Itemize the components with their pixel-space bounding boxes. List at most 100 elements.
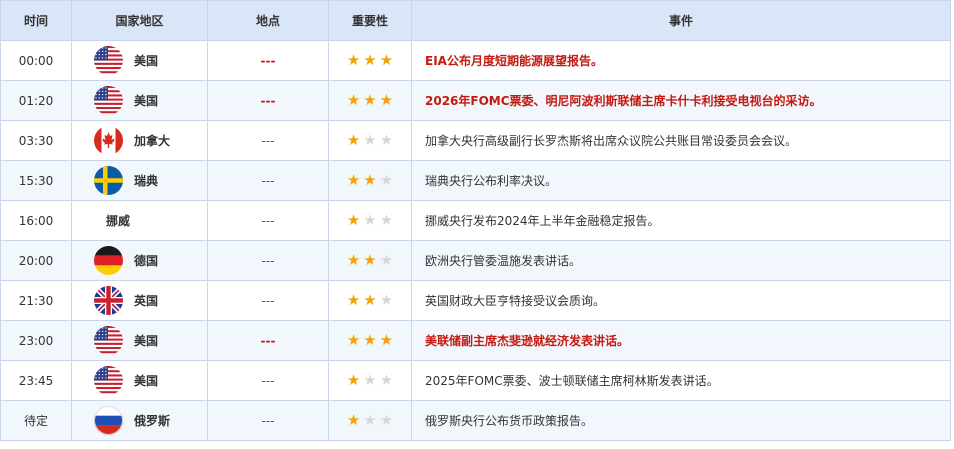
event-cell: 俄罗斯央行公布货币政策报告。: [411, 400, 951, 441]
event-cell: 瑞典央行公布利率决议。: [411, 160, 951, 201]
sweden-flag-icon: [94, 166, 123, 195]
location-text: ---: [261, 133, 275, 148]
event-text: 欧洲央行管委温施发表讲话。: [425, 254, 582, 268]
importance-stars: ★ ★ ★: [347, 93, 393, 108]
star-empty-icon: ★: [379, 411, 394, 429]
time-cell: 00:00: [0, 40, 72, 81]
event-text: 2026年FOMC票委、明尼阿波利斯联储主席卡什卡利接受电视台的采访。: [425, 94, 822, 108]
country-name: 挪威: [106, 214, 131, 228]
country-cell: 俄罗斯: [71, 400, 208, 441]
star-filled-icon: ★: [346, 171, 361, 189]
country-cell: 美国: [71, 80, 208, 121]
time-cell: 15:30: [0, 160, 72, 201]
importance-cell: ★ ★ ★: [328, 400, 412, 441]
event-cell: 挪威央行发布2024年上半年金融稳定报告。: [411, 200, 951, 241]
star-empty-icon: ★: [363, 411, 377, 429]
importance-stars: ★ ★ ★: [347, 253, 393, 268]
importance-cell: ★ ★ ★: [328, 320, 412, 361]
us-flag-icon: [94, 366, 123, 395]
star-filled-icon: ★: [346, 331, 361, 349]
table-row: 01:20 美国 --- ★ ★ ★ 2026年FOMC票委、明尼阿波利斯联储主席卡什卡利接…: [0, 80, 951, 121]
country-name: 美国: [134, 54, 159, 68]
event-cell: 加拿大央行高级副行长罗杰斯将出席众议院公共账目常设委员会会议。: [411, 120, 951, 161]
importance-cell: ★ ★ ★: [328, 280, 412, 321]
time-cell: 待定: [0, 400, 72, 441]
canada-flag-icon: [94, 126, 123, 155]
table-row: 15:30 瑞典 --- ★ ★ ★ 瑞典央行公布利率决议。: [0, 160, 951, 201]
time-cell: 20:00: [0, 240, 72, 281]
country-name: 美国: [134, 374, 159, 388]
event-text: 英国财政大臣亨特接受议会质询。: [425, 294, 606, 308]
time-cell: 01:20: [0, 80, 72, 121]
time-text: 21:30: [18, 293, 54, 308]
table-row: 21:30 英国 --- ★ ★ ★ 英国财政大臣亨特接受议会质询。: [0, 280, 951, 321]
star-filled-icon: ★: [346, 211, 361, 229]
country-name: 瑞典: [134, 174, 159, 188]
location-cell: ---: [207, 40, 329, 81]
time-text: 03:30: [18, 133, 54, 148]
time-cell: 03:30: [0, 120, 72, 161]
star-empty-icon: ★: [363, 211, 377, 229]
importance-stars: ★ ★ ★: [347, 173, 393, 188]
location-cell: ---: [207, 280, 329, 321]
table-header-row: 时间 国家地区 地点 重要性 事件: [0, 0, 951, 41]
table-row: 16:00 挪威 --- ★ ★ ★ 挪威央行发布2024年上半年金融稳定报告。: [0, 200, 951, 241]
importance-stars: ★ ★ ★: [347, 333, 393, 348]
table-row: 23:45 美国 --- ★ ★ ★ 2025年FOMC票委、波士顿联储主席柯林斯发表讲话。: [0, 360, 951, 401]
country-cell: 德国: [71, 240, 208, 281]
importance-cell: ★ ★ ★: [328, 360, 412, 401]
importance-cell: ★ ★ ★: [328, 120, 412, 161]
importance-cell: ★ ★ ★: [328, 160, 412, 201]
event-text: 2025年FOMC票委、波士顿联储主席柯林斯发表讲话。: [425, 374, 719, 388]
star-empty-icon: ★: [379, 211, 394, 229]
star-filled-icon: ★: [346, 91, 361, 109]
event-text: 俄罗斯央行公布货币政策报告。: [425, 414, 594, 428]
header-location: 地点: [207, 0, 329, 41]
table-row: 03:30 加拿大 --- ★ ★ ★ 加拿大央行高级副行长罗杰斯将出席众议院公共账目常设委…: [0, 120, 951, 161]
location-text: ---: [260, 93, 276, 108]
event-text: 瑞典央行公布利率决议。: [425, 174, 558, 188]
country-cell: 加拿大: [71, 120, 208, 161]
country-name: 俄罗斯: [134, 414, 171, 428]
star-filled-icon: ★: [346, 131, 361, 149]
country-name: 加拿大: [134, 134, 171, 148]
location-text: ---: [261, 253, 275, 268]
star-filled-icon: ★: [363, 331, 377, 349]
country-name: 德国: [134, 254, 159, 268]
location-cell: ---: [207, 160, 329, 201]
importance-cell: ★ ★ ★: [328, 80, 412, 121]
importance-stars: ★ ★ ★: [347, 133, 393, 148]
table-row: 23:00 美国 --- ★ ★ ★ 美联储副主席杰斐逊就经济发表讲话。: [0, 320, 951, 361]
location-cell: ---: [207, 120, 329, 161]
importance-stars: ★ ★ ★: [347, 293, 393, 308]
star-empty-icon: ★: [379, 131, 394, 149]
location-text: ---: [261, 373, 275, 388]
star-filled-icon: ★: [363, 91, 377, 109]
importance-stars: ★ ★ ★: [347, 413, 393, 428]
time-text: 16:00: [18, 213, 54, 228]
location-text: ---: [261, 173, 275, 188]
us-flag-icon: [94, 326, 123, 355]
importance-cell: ★ ★ ★: [328, 200, 412, 241]
star-filled-icon: ★: [346, 51, 361, 69]
star-empty-icon: ★: [379, 371, 394, 389]
event-cell: 欧洲央行管委温施发表讲话。: [411, 240, 951, 281]
event-text: EIA公布月度短期能源展望报告。: [425, 54, 603, 68]
importance-stars: ★ ★ ★: [347, 213, 393, 228]
country-cell: 瑞典: [71, 160, 208, 201]
country-cell: 美国: [71, 40, 208, 81]
event-text: 加拿大央行高级副行长罗杰斯将出席众议院公共账目常设委员会会议。: [425, 134, 798, 148]
time-cell: 23:45: [0, 360, 72, 401]
time-cell: 16:00: [0, 200, 72, 241]
header-country: 国家地区: [71, 0, 208, 41]
country-cell: 英国: [71, 280, 208, 321]
russia-flag-icon: [94, 406, 123, 435]
germany-flag-icon: [94, 246, 123, 275]
importance-cell: ★ ★ ★: [328, 40, 412, 81]
country-name: 英国: [134, 294, 159, 308]
country-name: 美国: [134, 94, 159, 108]
time-text: 23:00: [18, 333, 54, 348]
star-empty-icon: ★: [379, 251, 394, 269]
table-row: 20:00 德国 --- ★ ★ ★ 欧洲央行管委温施发表讲话。: [0, 240, 951, 281]
header-time: 时间: [0, 0, 72, 41]
